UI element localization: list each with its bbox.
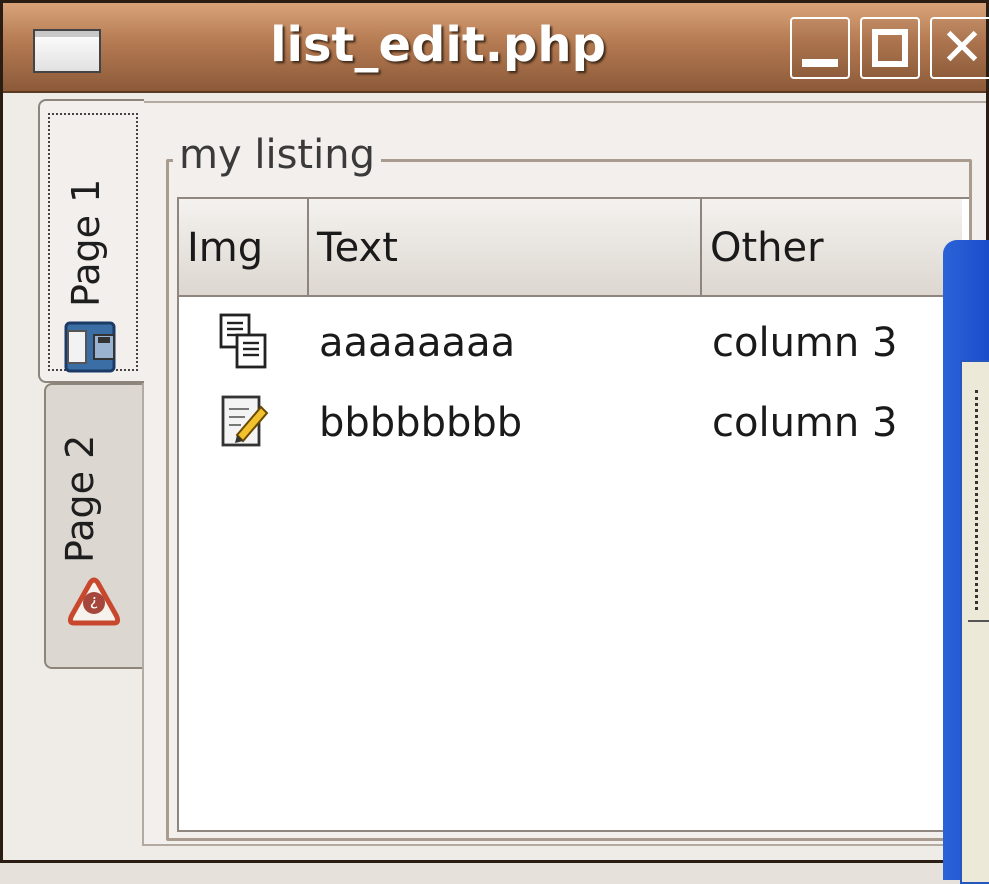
edit-document-icon bbox=[221, 395, 269, 447]
maximize-button[interactable] bbox=[860, 17, 920, 79]
groupbox-legend: my listing bbox=[173, 132, 381, 178]
minimize-button[interactable] bbox=[790, 17, 850, 79]
window-menu-icon[interactable] bbox=[33, 29, 101, 73]
listing-groupbox: my listing Img Text Other aaaaaaaa colum… bbox=[166, 132, 972, 841]
list-item-other: column 3 bbox=[712, 320, 898, 366]
window-client-area: Page 1 ? Page 2 my listing Img Text Othe… bbox=[8, 93, 986, 856]
main-window: list_edit.php ✕ Page 1 ? Page 2 my listi… bbox=[0, 0, 989, 863]
title-bar[interactable]: list_edit.php ✕ bbox=[3, 3, 989, 93]
list-item-other: column 3 bbox=[712, 400, 898, 446]
list-item[interactable]: bbbbbbbb column 3 bbox=[179, 385, 969, 461]
list-view[interactable]: Img Text Other aaaaaaaa column 3 bbbbbbb… bbox=[177, 197, 969, 832]
column-header-text[interactable]: Text bbox=[309, 199, 702, 297]
column-header-other[interactable]: Other bbox=[702, 199, 962, 297]
column-header-img[interactable]: Img bbox=[179, 199, 309, 297]
close-icon: ✕ bbox=[940, 18, 984, 78]
list-item[interactable]: aaaaaaaa column 3 bbox=[179, 305, 969, 381]
tab-page-1[interactable]: Page 1 bbox=[38, 99, 144, 383]
tab-page-2[interactable]: ? Page 2 bbox=[44, 383, 142, 669]
list-item-text: bbbbbbbb bbox=[319, 400, 523, 446]
background-window-focus-rect bbox=[975, 390, 988, 610]
tab-page-2-label: Page 2 bbox=[58, 434, 102, 563]
tab-page-1-label: Page 1 bbox=[64, 178, 108, 307]
svg-text:?: ? bbox=[90, 593, 99, 612]
documents-icon bbox=[219, 313, 267, 369]
close-button[interactable]: ✕ bbox=[930, 17, 989, 79]
background-window-divider bbox=[968, 620, 989, 622]
tab-page-panel: my listing Img Text Other aaaaaaaa colum… bbox=[142, 101, 986, 846]
tab-page-1-content: Page 1 bbox=[40, 101, 140, 385]
maximize-icon bbox=[872, 29, 908, 67]
minimize-icon bbox=[802, 59, 838, 67]
floppy-disk-icon bbox=[64, 321, 116, 373]
window-title: list_edit.php bbox=[270, 17, 606, 73]
list-item-text: aaaaaaaa bbox=[319, 320, 516, 366]
help-icon: ? bbox=[67, 577, 121, 626]
tab-page-2-content: ? Page 2 bbox=[46, 387, 146, 671]
